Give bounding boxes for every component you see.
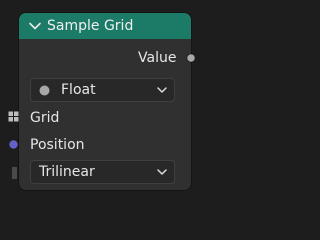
chevron-down-icon[interactable] — [28, 19, 42, 33]
input-label-grid: Grid — [30, 110, 60, 126]
chevron-down-icon — [157, 169, 167, 175]
menu-socket-icon[interactable] — [11, 166, 18, 180]
node-title: Sample Grid — [47, 18, 134, 34]
dot-icon — [39, 85, 50, 96]
data-type-dropdown[interactable]: Float — [30, 78, 175, 102]
interpolation-value: Trilinear — [39, 164, 95, 180]
input-label-position: Position — [30, 137, 85, 153]
node-header[interactable]: Sample Grid — [19, 13, 191, 39]
value-socket-icon[interactable] — [186, 53, 196, 63]
interpolation-dropdown[interactable]: Trilinear — [30, 160, 175, 184]
sample-grid-node[interactable]: Sample Grid Value Float Grid Position Tr… — [19, 13, 191, 190]
output-label-value: Value — [138, 50, 177, 66]
grid-socket-icon[interactable] — [8, 111, 19, 122]
chevron-down-icon — [157, 87, 167, 93]
data-type-value: Float — [61, 82, 96, 98]
vector-socket-icon[interactable] — [8, 139, 19, 150]
